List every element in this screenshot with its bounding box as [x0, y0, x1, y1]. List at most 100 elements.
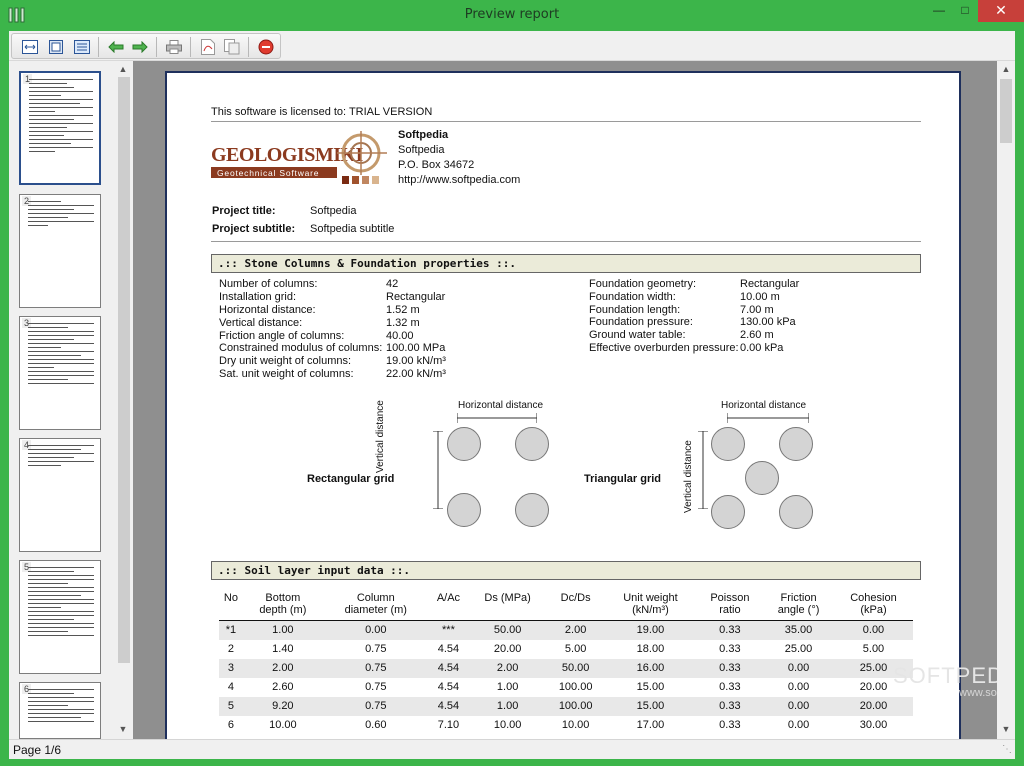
- table-cell: 5.00: [862, 643, 885, 655]
- horizontal-dimension-line: [727, 413, 809, 423]
- column-circle: [711, 495, 745, 529]
- thumbnail-preview: [28, 201, 94, 229]
- previous-page-button[interactable]: [106, 37, 126, 57]
- prop-label: Installation grid:: [219, 291, 297, 303]
- table-row: 3 2.00 0.75 4.54 2.00 50.00 16.00 0.33 0…: [219, 658, 913, 678]
- column-circle: [447, 493, 481, 527]
- thumbnail-page-3[interactable]: 3: [19, 316, 101, 430]
- section-header-properties: .:: Stone Columns & Foundation propertie…: [211, 254, 921, 273]
- scrollbar-thumb[interactable]: [118, 77, 130, 663]
- table-cell: 5: [219, 696, 243, 716]
- column-circle: [745, 461, 779, 495]
- fit-width-button[interactable]: [46, 37, 66, 57]
- stop-icon: [258, 39, 274, 55]
- column-header: Dc/Ds: [547, 590, 605, 621]
- table-row: 2 1.40 0.75 4.54 20.00 5.00 18.00 0.33 2…: [219, 640, 913, 659]
- preview-scrollbar[interactable]: ▲ ▼: [997, 61, 1015, 739]
- company-logo: GEOLOGISMIKI Geotechnical Software: [211, 131, 391, 187]
- prop-value: Rectangular: [386, 291, 446, 303]
- logo-graphic: GEOLOGISMIKI Geotechnical Software: [211, 131, 387, 184]
- title-bar[interactable]: Preview report — □ ✕: [0, 0, 1024, 30]
- company-name: Softpedia: [398, 129, 449, 141]
- table-cell: *1: [219, 620, 243, 640]
- table-cell: 1.00: [496, 681, 519, 693]
- table-cell: 2.00: [468, 658, 548, 678]
- thumbnail-page-1[interactable]: 1: [19, 71, 101, 185]
- license-text: This software is licensed to: TRIAL VERS…: [211, 106, 433, 118]
- scroll-down-arrow[interactable]: ▼: [115, 721, 131, 737]
- two-page-button[interactable]: [72, 37, 92, 57]
- resize-grip-icon[interactable]: ⋱: [1002, 744, 1012, 755]
- close-window-button[interactable]: ✕: [978, 0, 1024, 22]
- prop-value: 22.00 kN/m³: [386, 368, 446, 380]
- export-copy-button[interactable]: [222, 37, 242, 57]
- table-cell: 18.00: [636, 643, 665, 655]
- arrow-right-icon: [132, 41, 148, 53]
- table-cell: 2.00: [547, 620, 605, 640]
- table-cell: 35.00: [763, 620, 834, 640]
- prop-label: Ground water table:: [589, 329, 686, 341]
- prop-label: Dry unit weight of columns:: [219, 355, 352, 367]
- thumbnail-preview: [28, 445, 94, 469]
- column-circle: [711, 427, 745, 461]
- prop-label: Vertical distance:: [219, 317, 303, 329]
- company-address: P.O. Box 34672: [398, 159, 475, 171]
- thumbnail-page-4[interactable]: 4: [19, 438, 101, 552]
- softpedia-watermark: SOFTPEDIA: [893, 663, 997, 688]
- close-preview-button[interactable]: [256, 37, 276, 57]
- table-cell: 0.60: [365, 719, 387, 731]
- logo-word: GEOLOGISMIKI: [211, 144, 364, 166]
- prop-value: 40.00: [386, 330, 414, 342]
- column-header: Friction angle (°): [763, 590, 834, 621]
- table-cell: 4.54: [428, 658, 469, 678]
- export-pdf-button[interactable]: [198, 37, 218, 57]
- prop-value: 2.60 m: [740, 329, 774, 341]
- table-cell: 0.75: [322, 658, 429, 678]
- scroll-up-arrow[interactable]: ▲: [998, 61, 1014, 77]
- column-circle: [779, 495, 813, 529]
- column-header: Ds (MPa): [468, 590, 548, 621]
- scroll-down-arrow[interactable]: ▼: [998, 721, 1014, 737]
- scroll-up-arrow[interactable]: ▲: [115, 61, 131, 77]
- toolbar-separator: [248, 37, 249, 57]
- table-cell: 0.33: [696, 696, 764, 716]
- toolbar: [9, 31, 1015, 61]
- table-header-row: No Bottom depth (m) Column diameter (m) …: [219, 590, 913, 621]
- fit-page-button[interactable]: [20, 37, 40, 57]
- column-header: Bottom depth (m): [242, 590, 323, 621]
- next-page-button[interactable]: [130, 37, 150, 57]
- window-title: Preview report: [464, 7, 560, 22]
- company-line-1: Softpedia: [398, 144, 445, 156]
- thumbnail-preview: [28, 567, 94, 639]
- table-row: 6 10.00 0.60 7.10 10.00 10.00 17.00 0.33…: [219, 716, 913, 735]
- print-button[interactable]: [164, 37, 184, 57]
- thumbnail-page-6[interactable]: 6: [19, 682, 101, 739]
- thumbnail-panel[interactable]: 1 2 3 4 5 6 ▲ ▼: [9, 61, 131, 739]
- vertical-distance-label: Vertical distance: [683, 440, 694, 513]
- horizontal-distance-label: Horizontal distance: [721, 400, 807, 411]
- minimize-button[interactable]: —: [926, 0, 952, 22]
- table-cell: 4.54: [428, 696, 469, 716]
- table-cell: 0.00: [833, 620, 913, 640]
- table-cell: 15.00: [636, 681, 665, 693]
- thumbnail-scrollbar[interactable]: ▲ ▼: [115, 61, 131, 739]
- table-cell: 0.75: [322, 696, 429, 716]
- thumbnail-preview: [29, 79, 93, 155]
- divider: [211, 241, 921, 242]
- table-cell: 0.33: [696, 658, 764, 678]
- column-header: Column diameter (m): [322, 590, 429, 621]
- table-row: 4 2.60 0.75 4.54 1.00 100.00 15.00 0.33 …: [219, 678, 913, 697]
- table-cell: 20.00: [833, 696, 913, 716]
- thumbnail-page-5[interactable]: 5: [19, 560, 101, 674]
- table-cell: 1.00: [242, 620, 323, 640]
- prop-label: Friction angle of columns:: [219, 330, 345, 342]
- maximize-button[interactable]: □: [952, 0, 978, 22]
- copy-icon: [224, 39, 240, 55]
- report-preview-area[interactable]: This software is licensed to: TRIAL VERS…: [133, 61, 997, 739]
- scrollbar-thumb[interactable]: [1000, 79, 1012, 143]
- table-cell: 10.00: [561, 719, 590, 731]
- thumbnail-page-2[interactable]: 2: [19, 194, 101, 308]
- table-cell: 5.00: [564, 643, 587, 655]
- page-indicator: Page 1/6: [13, 743, 62, 757]
- table-cell: 50.00: [547, 658, 605, 678]
